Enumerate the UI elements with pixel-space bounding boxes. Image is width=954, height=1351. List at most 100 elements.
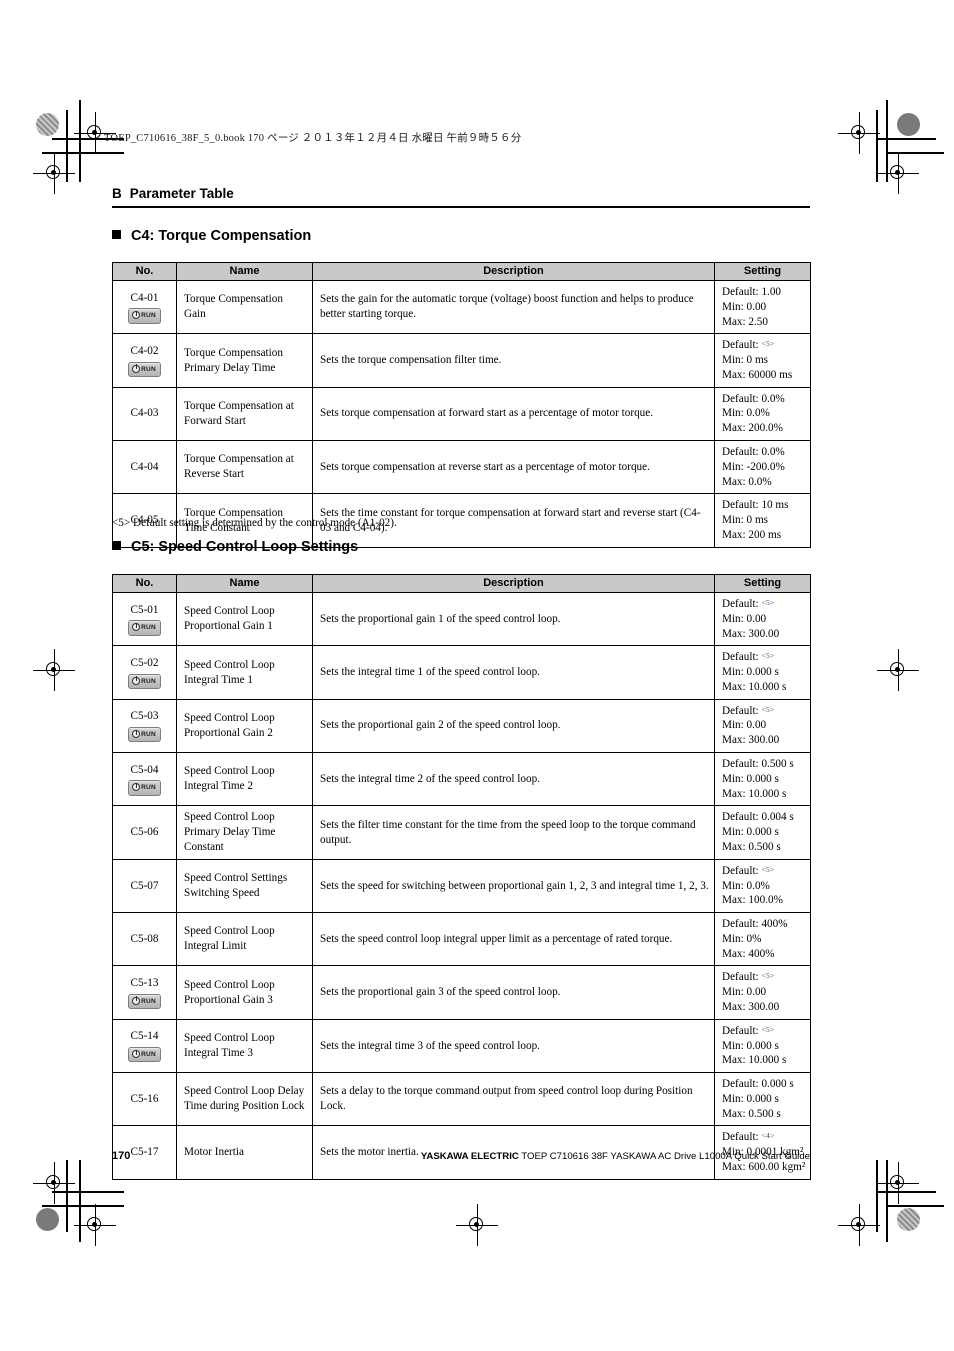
- run-badge-icon: RUN: [128, 1047, 161, 1063]
- cell-parameter-no: C5-08: [112, 912, 177, 967]
- setting-min: Min: 0.000 s: [722, 1092, 779, 1105]
- registration-mark-bottom-right: [838, 1204, 880, 1246]
- parameter-code: C5-08: [130, 932, 159, 945]
- power-icon: [132, 622, 141, 632]
- setting-default: Default:: [722, 1131, 759, 1144]
- cell-parameter-no: C5-04 RUN: [112, 752, 177, 807]
- cell-parameter-description: Sets the gain for the automatic torque (…: [312, 279, 715, 335]
- setting-min: Min: -200.0%: [722, 460, 785, 473]
- parameter-code: C4-01: [130, 291, 159, 304]
- setting-default: Default:: [722, 864, 759, 877]
- cell-parameter-setting: Default: 0.004 s Min: 0.000 s Max: 0.500…: [714, 805, 811, 860]
- parameter-code: C4-04: [130, 460, 159, 473]
- registration-mark-left-upper: [33, 152, 75, 194]
- setting-default: Default:: [722, 339, 759, 352]
- cell-parameter-name: Torque Compensation at Reverse Start: [176, 440, 313, 495]
- run-badge-icon: RUN: [128, 993, 161, 1010]
- appendix-letter: B: [112, 186, 122, 201]
- parameter-code: C5-03: [130, 710, 159, 723]
- footnote-ref: <5>: [761, 864, 775, 874]
- registration-mark-bottom-left: [74, 1204, 116, 1246]
- cell-parameter-name: Speed Control Loop Primary Delay Time Co…: [176, 805, 313, 860]
- cell-parameter-no: C4-01 RUN: [112, 279, 177, 335]
- registration-mark-right-lower: [877, 1162, 919, 1204]
- cell-parameter-name: Speed Control Loop Proportional Gain 2: [176, 698, 313, 754]
- parameter-table-c5: No. Name Description Setting C5-01 RUN S…: [112, 574, 811, 1180]
- setting-min: Min: 0.000 s: [722, 826, 779, 839]
- registration-mark-top-right: [838, 112, 880, 154]
- setting-min: Min: 0.00: [722, 612, 767, 625]
- cell-parameter-setting: Default: 400% Min: 0% Max: 400%: [714, 912, 811, 967]
- cell-parameter-name: Motor Inertia: [176, 1125, 313, 1180]
- setting-max: Max: 10.000 s: [722, 680, 787, 693]
- footnote-ref: <4>: [761, 1131, 775, 1141]
- setting-max: Max: 100.0%: [722, 894, 783, 907]
- setting-min: Min: 0%: [722, 932, 762, 945]
- setting-max: Max: 600.00 kgm²: [722, 1161, 806, 1173]
- table-row: C5-16 Speed Control Loop Delay Time duri…: [112, 1072, 811, 1127]
- parameter-code: C5-06: [130, 826, 159, 839]
- cell-parameter-name: Speed Control Loop Proportional Gain 1: [176, 591, 313, 647]
- power-icon: [132, 996, 141, 1005]
- setting-default: Default: 1.00: [722, 286, 782, 298]
- table-row: C4-03 Torque Compensation at Forward Sta…: [112, 386, 811, 442]
- power-icon: [132, 729, 141, 739]
- setting-max: Max: 300.00: [722, 734, 780, 747]
- crop-mark-bl-v2: [79, 1160, 81, 1242]
- density-patch-tr: [897, 113, 920, 136]
- cell-parameter-setting: Default: 0.0% Min: 0.0% Max: 200.0%: [714, 386, 811, 442]
- power-icon: [132, 364, 141, 373]
- table-row: C5-04 RUN Speed Control Loop Integral Ti…: [112, 752, 811, 807]
- cell-parameter-setting: Default: <5> Min: 0.0% Max: 100.0%: [714, 858, 811, 914]
- setting-default: Default: 400%: [722, 918, 788, 931]
- running-head-rule: [112, 206, 810, 208]
- cell-parameter-description: Sets the proportional gain 1 of the spee…: [312, 591, 715, 647]
- cell-parameter-no: C5-01 RUN: [112, 591, 177, 647]
- crop-mark-br-h2: [886, 1205, 944, 1207]
- table-row: C4-01 RUN Torque Compensation Gain Sets …: [112, 279, 811, 335]
- setting-min: Min: 0.000 s: [722, 666, 779, 679]
- setting-default: Default:: [722, 651, 759, 664]
- setting-min: Min: 0.0%: [722, 407, 770, 420]
- footer-document-line: YASKAWA ELECTRIC TOEP C710616 38F YASKAW…: [421, 1151, 810, 1162]
- registration-mark-right-middle: [877, 649, 919, 691]
- cell-parameter-description: Sets the filter time constant for the ti…: [312, 805, 715, 860]
- cell-parameter-name: Speed Control Loop Integral Time 3: [176, 1018, 313, 1074]
- setting-min: Min: 0.000 s: [722, 1039, 779, 1052]
- parameter-code: C5-04: [130, 763, 159, 776]
- setting-default: Default: 10 ms: [722, 499, 789, 512]
- cell-parameter-description: Sets the torque compensation filter time…: [312, 333, 715, 388]
- setting-max: Max: 200.0%: [722, 422, 783, 435]
- density-patch-tl: [36, 113, 59, 136]
- cell-parameter-no: C4-04: [112, 440, 177, 495]
- cell-parameter-description: Sets a delay to the torque command outpu…: [312, 1072, 715, 1127]
- print-job-slug: TOEP_C710616_38F_5_0.book 170 ページ ２０１３年１…: [104, 133, 522, 144]
- setting-default: Default: 0.0%: [722, 446, 785, 459]
- run-badge-icon: RUN: [128, 620, 161, 636]
- setting-max: Max: 10.000 s: [722, 787, 787, 800]
- registration-mark-left-lower: [33, 1162, 75, 1204]
- section-heading-c4: C4: Torque Compensation: [112, 228, 311, 244]
- parameter-code: C5-02: [130, 657, 159, 670]
- cell-parameter-no: C5-07: [112, 858, 177, 914]
- setting-default: Default: 0.0%: [722, 392, 785, 405]
- run-badge-icon: RUN: [128, 780, 161, 796]
- cell-parameter-name: Torque Compensation at Forward Start: [176, 386, 313, 442]
- running-head: B Parameter Table: [112, 186, 810, 201]
- column-header-setting: Setting: [714, 262, 811, 281]
- table-row: C5-03 RUN Speed Control Loop Proportiona…: [112, 698, 811, 754]
- setting-default: Default: 0.004 s: [722, 811, 794, 824]
- run-badge-icon: RUN: [128, 361, 161, 377]
- setting-max: Max: 400%: [722, 947, 775, 960]
- setting-min: Min: 0.00: [722, 300, 767, 313]
- crop-mark-br-v1: [876, 1160, 878, 1232]
- cell-parameter-setting: Default: <5> Min: 0.00 Max: 300.00: [714, 965, 811, 1020]
- setting-min: Min: 0.00: [722, 986, 767, 999]
- table-row: C5-08 Speed Control Loop Integral Limit …: [112, 912, 811, 967]
- cell-parameter-setting: Default: <5> Min: 0.00 Max: 300.00: [714, 698, 811, 754]
- cell-parameter-name: Speed Control Loop Integral Time 1: [176, 645, 313, 700]
- crop-mark-tr-h1: [876, 138, 936, 140]
- footnote-5: <5> Default setting is determined by the…: [112, 517, 397, 529]
- footnote-ref: <5>: [761, 339, 775, 349]
- setting-default: Default: 0.500 s: [722, 758, 794, 771]
